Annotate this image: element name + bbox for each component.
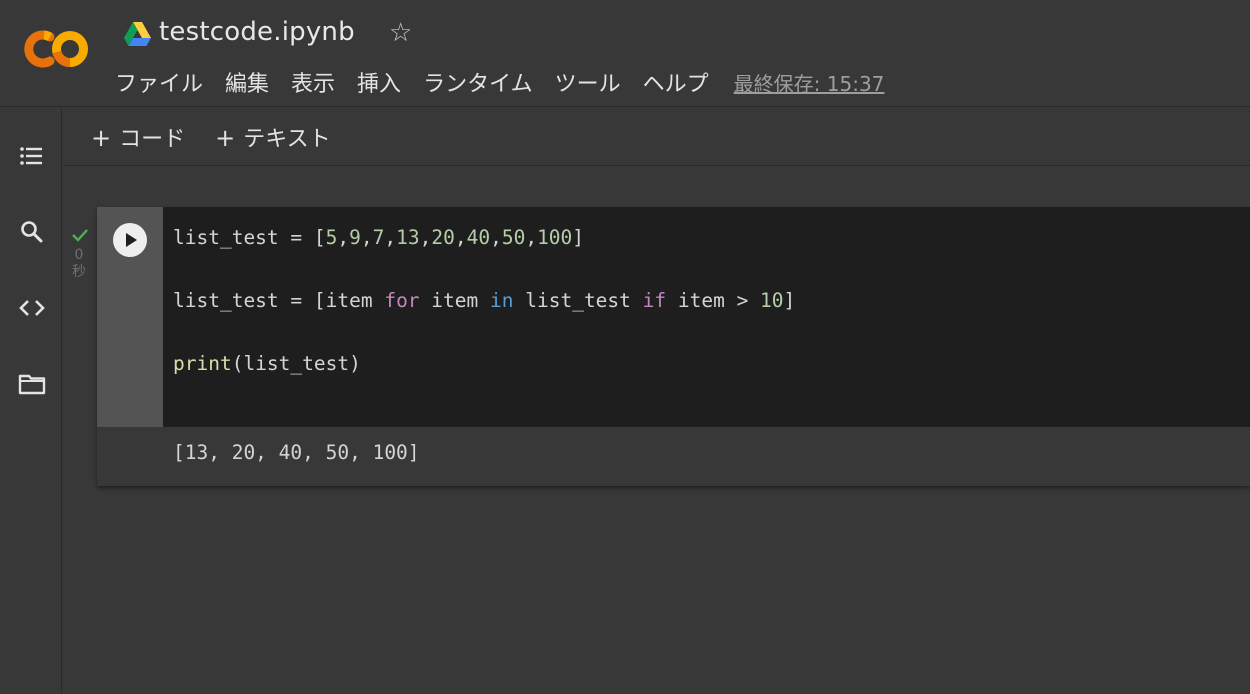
plus-icon: + [91, 123, 112, 152]
folder-icon[interactable] [17, 369, 47, 399]
execution-time-value: 0 [74, 247, 84, 263]
menu-help[interactable]: ヘルプ [632, 66, 720, 98]
run-cell-button[interactable] [113, 223, 147, 257]
table-of-contents-icon[interactable] [17, 141, 47, 171]
app-header: testcode.ipynb ☆ ファイル 編集 表示 挿入 ランタイム ツール… [0, 0, 1250, 107]
star-icon[interactable]: ☆ [389, 18, 412, 48]
last-saved-link[interactable]: 最終保存: 15:37 [734, 68, 885, 97]
google-drive-icon [124, 22, 151, 46]
left-sidebar [0, 108, 62, 694]
execution-time-unit: 秒 [72, 264, 86, 280]
cell-output: [13, 20, 40, 50, 100] [173, 441, 420, 464]
search-icon[interactable] [17, 217, 47, 247]
code-line-2: list_test = [item for item in list_test … [173, 289, 796, 312]
menu-insert[interactable]: 挿入 [346, 66, 412, 98]
code-editor[interactable]: list_test = [5,9,7,13,20,40,50,100] list… [163, 207, 1250, 427]
plus-icon: + [215, 123, 236, 152]
add-text-button[interactable]: + テキスト [215, 121, 330, 153]
code-line-3: print(list_test) [173, 352, 361, 375]
code-cell[interactable]: list_test = [5,9,7,13,20,40,50,100] list… [97, 207, 1250, 486]
check-icon [72, 229, 88, 242]
add-text-label: テキスト [243, 126, 331, 152]
menu-view[interactable]: 表示 [280, 66, 346, 98]
colab-logo[interactable] [20, 26, 92, 72]
add-code-button[interactable]: + コード [91, 121, 185, 153]
menu-runtime[interactable]: ランタイム [412, 66, 544, 98]
menu-file[interactable]: ファイル [104, 66, 214, 98]
notebook-title[interactable]: testcode.ipynb [159, 17, 355, 47]
menu-bar: ファイル 編集 表示 挿入 ランタイム ツール ヘルプ 最終保存: 15:37 [104, 66, 884, 98]
code-snippets-icon[interactable] [17, 293, 47, 323]
code-line-1: list_test = [5,9,7,13,20,40,50,100] [173, 226, 585, 249]
notebook-toolbar: + コード + テキスト [63, 108, 1250, 166]
execution-time: 0 秒 [68, 247, 90, 281]
menu-tools[interactable]: ツール [544, 66, 632, 98]
menu-edit[interactable]: 編集 [214, 66, 280, 98]
add-code-label: コード [119, 126, 186, 152]
cell-gutter [97, 207, 163, 427]
